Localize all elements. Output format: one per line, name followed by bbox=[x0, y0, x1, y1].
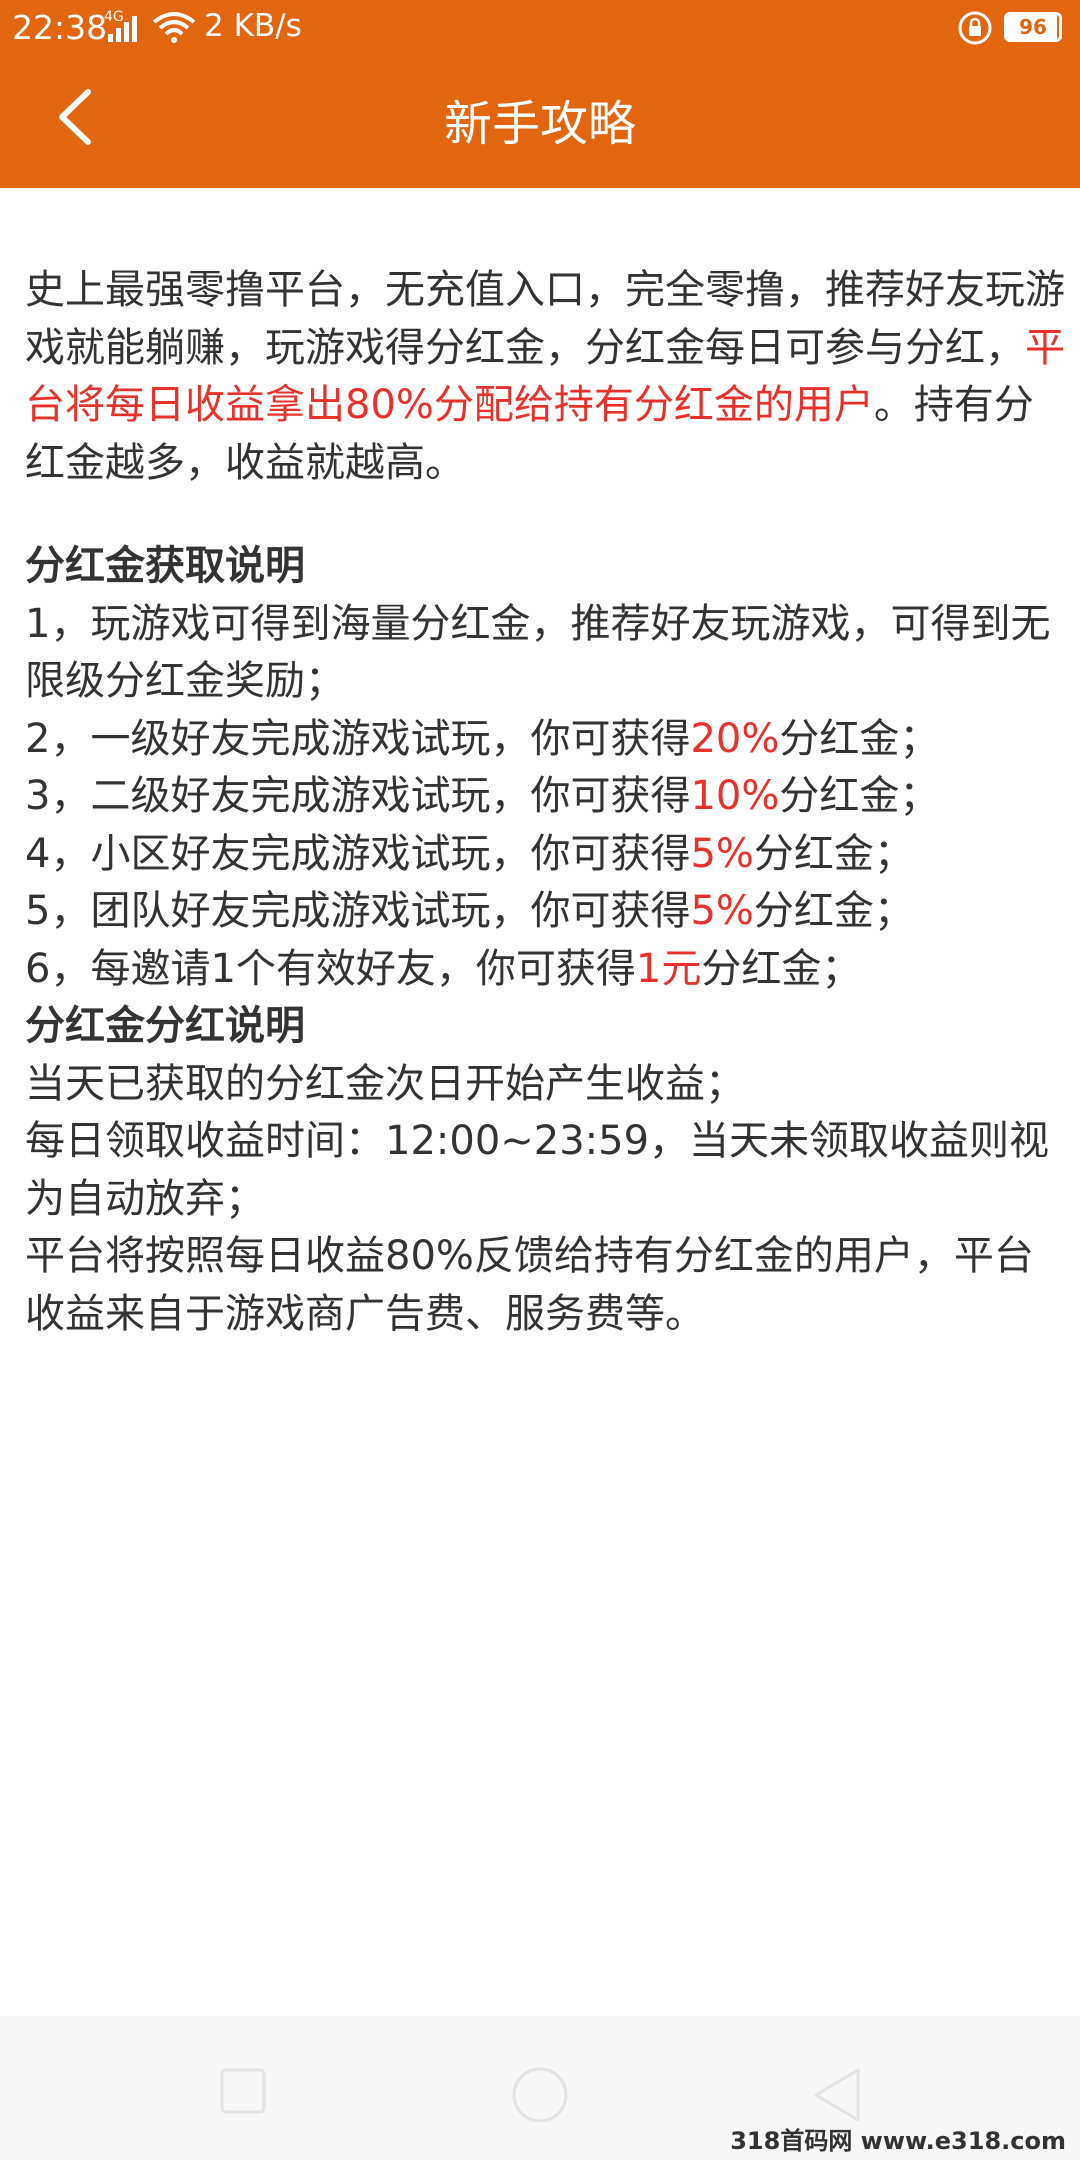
list-item: 1，玩游戏可得到海量分红金，推荐好友玩游戏，可得到无限级分红金奖励； bbox=[25, 596, 1065, 711]
network-speed: 2 KB/s bbox=[204, 8, 302, 44]
wifi-icon bbox=[152, 12, 196, 43]
item-highlight: 20% bbox=[690, 715, 780, 762]
acquire-list: 1，玩游戏可得到海量分红金，推荐好友玩游戏，可得到无限级分红金奖励； 2，一级好… bbox=[25, 596, 1065, 999]
page-title: 新手攻略 bbox=[443, 96, 636, 152]
item-text: 5，团队好友完成游戏试玩，你可获得 bbox=[25, 888, 691, 934]
list-item: 当天已获取的分红金次日开始产生收益； bbox=[25, 1060, 745, 1107]
item-highlight: 10% bbox=[690, 773, 780, 819]
triangle-back-icon bbox=[814, 2068, 860, 2122]
intro-text: 史上最强零撸平台，无充值入口，完全零撸，推荐好友玩游戏就能躺赚，玩游戏得分红金，… bbox=[25, 267, 1065, 371]
system-nav-bar: 318首码网 www.e318.com bbox=[0, 2016, 1080, 2160]
item-text-end: 分红金； bbox=[753, 830, 914, 877]
acquire-section-title: 分红金获取说明 bbox=[25, 543, 305, 589]
list-item: 5，团队好友完成游戏试玩，你可获得5%分红金； bbox=[25, 883, 1065, 941]
item-text: 1，玩游戏可得到海量分红金，推荐好友玩游戏，可得到无限级分红金奖励； bbox=[25, 600, 1051, 705]
list-item: 4，小区好友完成游戏试玩，你可获得5%分红金； bbox=[25, 826, 1065, 884]
status-bar: 22:38 4G 2 KB/s 96 bbox=[0, 0, 1080, 54]
home-button[interactable] bbox=[511, 2066, 569, 2124]
list-item: 6，每邀请1个有效好友，你可获得1元分红金； bbox=[25, 941, 1065, 999]
item-text-end: 分红金； bbox=[779, 773, 940, 819]
guide-content: 史上最强零撸平台，无充值入口，完全零撸，推荐好友玩游戏就能躺赚，玩游戏得分红金，… bbox=[25, 262, 1065, 1343]
watermark-text: 318首码网 www.e318.com bbox=[730, 2127, 1066, 2155]
dividend-section-title: 分红金分红说明 bbox=[25, 1003, 305, 1049]
app-header: 22:38 4G 2 KB/s 96 新手攻略 bbox=[0, 0, 1080, 188]
recent-apps-button[interactable] bbox=[220, 2068, 266, 2114]
list-item: 3，二级好友完成游戏试玩，你可获得10%分红金； bbox=[25, 768, 1065, 826]
list-item: 2，一级好友完成游戏试玩，你可获得20%分红金； bbox=[25, 711, 1065, 769]
item-text-end: 分红金； bbox=[701, 945, 862, 992]
circle-icon bbox=[512, 2067, 568, 2123]
item-text-end: 分红金； bbox=[753, 888, 914, 934]
signal-icon bbox=[108, 16, 137, 42]
system-back-button[interactable] bbox=[810, 2066, 862, 2124]
item-text: 3，二级好友完成游戏试玩，你可获得 bbox=[25, 773, 691, 819]
item-highlight: 1元 bbox=[635, 945, 702, 992]
intro-paragraph: 史上最强零撸平台，无充值入口，完全零撸，推荐好友玩游戏就能躺赚，玩游戏得分红金，… bbox=[25, 262, 1065, 492]
dividend-list: 当天已获取的分红金次日开始产生收益； 每日领取收益时间：12:00~23:59，… bbox=[25, 1056, 1065, 1344]
battery-indicator: 96 bbox=[1004, 12, 1062, 42]
item-text: 4，小区好友完成游戏试玩，你可获得 bbox=[25, 830, 691, 877]
item-highlight: 5% bbox=[690, 888, 754, 934]
item-text: 6，每邀请1个有效好友，你可获得 bbox=[25, 945, 636, 992]
list-item: 平台将按照每日收益80%反馈给持有分红金的用户，平台收益来自于游戏商广告费、服务… bbox=[25, 1233, 1034, 1337]
item-highlight: 5% bbox=[690, 830, 754, 877]
status-time: 22:38 bbox=[12, 8, 108, 47]
list-item: 每日领取收益时间：12:00~23:59，当天未领取收益则视为自动放弃； bbox=[25, 1118, 1050, 1222]
battery-level: 96 bbox=[1019, 15, 1047, 39]
item-text-end: 分红金； bbox=[779, 715, 940, 762]
square-icon bbox=[220, 2068, 266, 2114]
item-text: 2，一级好友完成游戏试玩，你可获得 bbox=[25, 715, 691, 762]
rotation-lock-icon bbox=[958, 11, 992, 45]
